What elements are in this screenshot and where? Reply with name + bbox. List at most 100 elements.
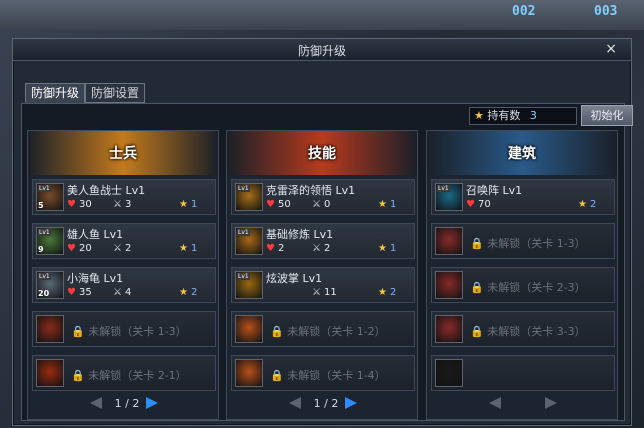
portrait-icon [435,227,463,255]
attack-value: 3 [124,199,132,210]
hp-stat: ♥ 50 [266,198,291,212]
lock-label: 🔒 未解锁（关卡 2-3） [470,281,586,294]
next-page-button[interactable] [146,397,158,409]
hp-value: 35 [78,287,92,298]
hp-value: 70 [477,199,491,210]
next-page-button[interactable] [545,397,557,409]
close-button[interactable]: × [605,41,617,57]
reset-button[interactable]: 初始化 [581,105,633,126]
column-title: 士兵 [109,146,137,162]
level-tag: Lv1 [237,229,250,236]
level-tag: Lv1 [437,185,450,192]
attack-stat: ⚔ 4 [113,286,131,300]
unit-slot[interactable]: Lv1 克雷泽的领悟 Lv1 ♥ 50 ⚔ 0 ★ 1 [231,179,415,215]
lock-label: 🔒 未解锁（关卡 1-4） [270,369,386,382]
top-stat-2: 003 [594,4,618,19]
attack-stat: ⚔ 3 [113,198,131,212]
star-icon: ★ [378,287,387,298]
cost-value: 1 [190,199,198,210]
sword-icon: ⚔ [312,287,321,298]
attack-stat: ⚔ 0 [312,198,330,212]
tab-defense-settings[interactable]: 防御设置 [85,83,146,103]
hp-value: 30 [78,199,92,210]
top-stat-1: 002 [512,4,536,19]
unit-slot[interactable]: Lv1 20 小海龟 Lv1 ♥ 35 ⚔ 4 ★ 2 [32,267,216,303]
cost-stat: ★ 2 [578,198,596,212]
unit-slot[interactable]: Lv1 5 美人鱼战士 Lv1 ♥ 30 ⚔ 3 ★ 1 [32,179,216,215]
cost-value: 1 [389,243,397,254]
prev-page-button[interactable] [289,397,301,409]
portrait-icon: Lv1 20 [36,271,64,299]
column-2: 建筑 Lv1 召唤阵 Lv1 ♥ 70 ★ 2 🔒 未解锁（关卡 1-3） 🔒 未解锁（关卡 2… [426,130,618,420]
hp-stat: ♥ 35 [67,286,92,300]
star-icon: ★ [179,243,188,254]
hp-value: 2 [277,243,285,254]
level-tag: Lv1 [237,185,250,192]
unit-slot[interactable]: Lv1 9 雄人鱼 Lv1 ♥ 20 ⚔ 2 ★ 1 [32,223,216,259]
stage-number: 9 [38,245,44,254]
unit-slot[interactable]: Lv1 召唤阵 Lv1 ♥ 70 ★ 2 [431,179,615,215]
portrait-icon [36,359,64,387]
tab-defense-upgrade[interactable]: 防御升级 [25,83,86,103]
column-banner: 士兵 [28,131,218,175]
pager [427,395,617,413]
unit-name: 小海龟 Lv1 [67,272,124,285]
cost-value: 2 [589,199,597,210]
owned-count: ★ 持有数 3 [469,107,577,125]
portrait-icon [235,315,263,343]
portrait-icon [435,315,463,343]
heart-icon: ♥ [67,243,76,254]
lock-label: 🔒 未解锁（关卡 1-3） [470,237,586,250]
portrait-icon [435,271,463,299]
dialog-titlebar: 防御升级 × [13,39,631,61]
star-icon: ★ [378,199,387,210]
unit-name: 炫波掌 Lv1 [266,272,323,285]
attack-value: 11 [323,287,337,298]
portrait-icon: Lv1 [235,183,263,211]
column-banner: 技能 [227,131,417,175]
star-icon: ★ [378,243,387,254]
hp-value: 50 [277,199,291,210]
lock-label: 🔒 未解锁（关卡 1-2） [270,325,386,338]
star-icon: ★ [474,109,484,122]
cost-stat: ★ 2 [378,286,396,300]
attack-value: 4 [124,287,132,298]
hp-stat: ♥ 30 [67,198,92,212]
locked-slot: 🔒 未解锁（关卡 3-3） [431,311,615,347]
prev-page-button[interactable] [90,397,102,409]
attack-stat: ⚔ 2 [113,242,131,256]
next-page-button[interactable] [345,397,357,409]
attack-stat: ⚔ 2 [312,242,330,256]
star-icon: ★ [578,199,587,210]
column-title: 技能 [308,146,336,162]
level-tag: Lv1 [38,229,51,236]
column-title: 建筑 [508,146,536,162]
portrait-icon: Lv1 [435,183,463,211]
portrait-icon: Lv1 5 [36,183,64,211]
level-tag: Lv1 [237,273,250,280]
cost-stat: ★ 1 [378,242,396,256]
page-indicator: 1 / 2 [114,397,140,410]
unit-slot[interactable]: Lv1 炫波掌 Lv1 ⚔ 11 ★ 2 [231,267,415,303]
unit-slot[interactable]: Lv1 基础修炼 Lv1 ♥ 2 ⚔ 2 ★ 1 [231,223,415,259]
lock-label: 🔒 未解锁（关卡 3-3） [470,325,586,338]
heart-icon: ♥ [266,199,275,210]
defense-upgrade-dialog: 防御升级 × 防御升级 防御设置 ★ 持有数 3 初始化 士兵 Lv1 5 美人鱼战士… [12,38,633,426]
cost-value: 2 [389,287,397,298]
locked-slot: 🔒 未解锁（关卡 1-3） [32,311,216,347]
page-indicator: 1 / 2 [313,397,339,410]
unit-name: 克雷泽的领悟 Lv1 [266,184,356,197]
cost-value: 1 [190,243,198,254]
owned-label: 持有数 [487,109,521,122]
portrait-icon [435,359,463,387]
sword-icon: ⚔ [113,287,122,298]
sword-icon: ⚔ [312,243,321,254]
prev-page-button[interactable] [489,397,501,409]
locked-slot: 🔒 未解锁（关卡 1-3） [431,223,615,259]
cost-stat: ★ 1 [378,198,396,212]
hp-stat: ♥ 2 [266,242,284,256]
attack-value: 2 [323,243,331,254]
attack-value: 0 [323,199,331,210]
cost-value: 1 [389,199,397,210]
cost-value: 2 [190,287,198,298]
